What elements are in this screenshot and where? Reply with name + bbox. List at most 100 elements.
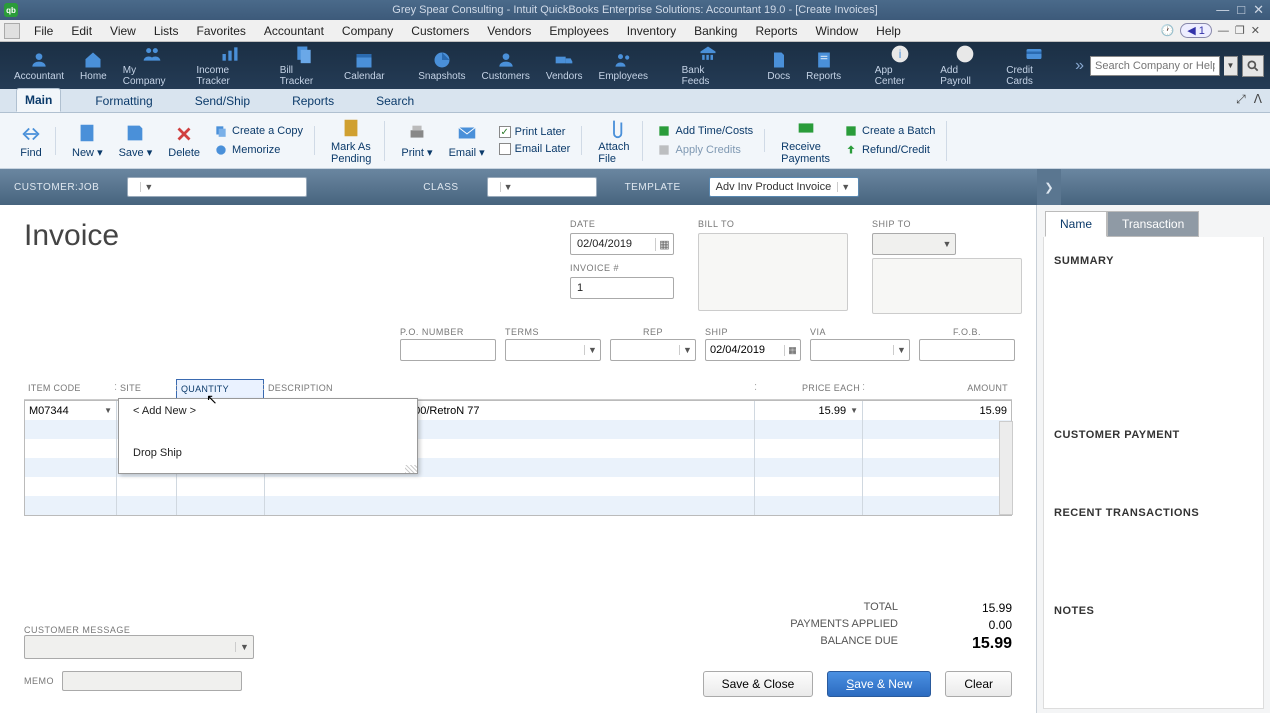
create-copy-button[interactable]: Create a Copy	[212, 123, 305, 139]
email-button[interactable]: Email ▾	[445, 120, 489, 161]
create-batch-button[interactable]: Create a Batch	[842, 123, 937, 139]
menu-customers[interactable]: Customers	[403, 22, 477, 40]
po-input[interactable]	[400, 339, 496, 361]
clear-button[interactable]: Clear	[945, 671, 1012, 697]
tb-accountant[interactable]: Accountant	[6, 48, 72, 84]
child-close-button[interactable]: ✕	[1251, 24, 1260, 37]
search-dropdown-icon[interactable]: ▼	[1224, 56, 1238, 76]
print-button[interactable]: Print ▾	[397, 120, 436, 161]
close-button[interactable]: ✕	[1253, 2, 1264, 18]
tb-reports[interactable]: Reports	[798, 48, 849, 84]
col-quantity[interactable]: QUANTITY	[176, 379, 264, 399]
print-later-checkbox[interactable]: ✓Print Later	[497, 125, 573, 139]
date-input[interactable]: 02/04/2019▦	[570, 233, 674, 255]
reminder-badge[interactable]: ◀ 1	[1180, 23, 1212, 38]
item-cell[interactable]: M07344▼	[25, 401, 117, 420]
col-price[interactable]: PRICE EACH	[756, 379, 864, 399]
expand-icon[interactable]: ⤢	[1236, 92, 1246, 107]
tb-bill-tracker[interactable]: Bill Tracker	[272, 42, 336, 89]
menu-help[interactable]: Help	[868, 22, 909, 40]
chevron-down-icon[interactable]: ▼	[104, 406, 112, 415]
toolbar-overflow-icon[interactable]: »	[1069, 57, 1090, 75]
clock-icon[interactable]: 🕐	[1161, 24, 1175, 37]
ship-to-select[interactable]: ▼	[872, 233, 956, 255]
tb-calendar[interactable]: Calendar	[336, 48, 393, 84]
menu-vendors[interactable]: Vendors	[479, 22, 539, 40]
attach-file-button[interactable]: Attach File	[594, 115, 633, 167]
delete-button[interactable]: Delete	[164, 121, 204, 161]
ribbon-tab-main[interactable]: Main	[16, 88, 61, 112]
via-select[interactable]: ▼	[810, 339, 910, 361]
tb-docs[interactable]: Docs	[759, 48, 798, 84]
menu-view[interactable]: View	[102, 22, 144, 40]
line-row-empty[interactable]	[25, 496, 1011, 515]
save-close-button[interactable]: Save & Close	[703, 671, 814, 697]
menu-banking[interactable]: Banking	[686, 22, 745, 40]
child-restore-button[interactable]: ❐	[1235, 24, 1245, 37]
ship-date-input[interactable]: 02/04/2019▦	[705, 339, 801, 361]
memo-input[interactable]	[62, 671, 242, 691]
ribbon-collapse-icon[interactable]: ᐱ	[1254, 92, 1262, 107]
ribbon-tab-sendship[interactable]: Send/Ship	[187, 90, 258, 112]
line-row-empty[interactable]	[25, 477, 1011, 496]
maximize-button[interactable]: □	[1237, 2, 1245, 18]
search-button[interactable]	[1242, 55, 1264, 77]
menu-edit[interactable]: Edit	[63, 22, 100, 40]
menu-favorites[interactable]: Favorites	[189, 22, 254, 40]
col-description[interactable]: DESCRIPTION	[264, 379, 756, 399]
price-cell[interactable]: 15.99▼	[755, 401, 863, 420]
save-new-button[interactable]: Save & New	[827, 671, 931, 697]
rep-select[interactable]: ▼	[610, 339, 696, 361]
tb-add-payroll[interactable]: Add Payroll	[932, 42, 998, 89]
fob-input[interactable]	[919, 339, 1015, 361]
refund-credit-button[interactable]: Refund/Credit	[842, 142, 937, 158]
tb-customers[interactable]: Customers	[473, 48, 537, 84]
receive-payments-button[interactable]: Receive Payments	[777, 115, 834, 167]
menu-employees[interactable]: Employees	[541, 22, 616, 40]
ship-to-box[interactable]	[872, 258, 1022, 314]
resize-grip-icon[interactable]	[405, 465, 417, 473]
child-minimize-button[interactable]: —	[1218, 25, 1229, 37]
site-option-add-new[interactable]: < Add New >	[119, 399, 417, 423]
side-tab-name[interactable]: Name	[1045, 211, 1107, 237]
scrollbar[interactable]	[999, 421, 1013, 515]
invoice-number-input[interactable]: 1	[570, 277, 674, 299]
col-item[interactable]: ITEM CODE	[24, 379, 116, 399]
tb-bank-feeds[interactable]: Bank Feeds	[674, 42, 742, 89]
tb-my-company[interactable]: My Company	[115, 42, 189, 89]
menu-inventory[interactable]: Inventory	[619, 22, 684, 40]
ribbon-tab-reports[interactable]: Reports	[284, 90, 342, 112]
find-button[interactable]: Find	[16, 121, 46, 161]
ribbon-tab-formatting[interactable]: Formatting	[87, 90, 160, 112]
terms-select[interactable]: ▼	[505, 339, 601, 361]
email-later-checkbox[interactable]: Email Later	[497, 142, 573, 156]
tb-home[interactable]: Home	[72, 48, 115, 84]
site-option-drop-ship[interactable]: Drop Ship	[119, 441, 417, 465]
ribbon-tab-search[interactable]: Search	[368, 90, 422, 112]
template-select[interactable]: Adv Inv Product Invoice▼	[709, 177, 859, 197]
chevron-down-icon[interactable]: ▼	[850, 406, 858, 415]
tb-credit-cards[interactable]: Credit Cards	[998, 42, 1069, 89]
menu-lists[interactable]: Lists	[146, 22, 187, 40]
side-collapse-icon[interactable]: ❯	[1037, 169, 1061, 205]
tb-snapshots[interactable]: Snapshots	[410, 48, 473, 84]
menu-company[interactable]: Company	[334, 22, 401, 40]
menu-file[interactable]: File	[26, 22, 61, 40]
calendar-icon[interactable]: ▦	[784, 345, 800, 356]
tb-income-tracker[interactable]: Income Tracker	[188, 42, 271, 89]
amount-cell[interactable]: 15.99	[863, 401, 1011, 420]
company-search-input[interactable]	[1090, 56, 1220, 76]
memorize-button[interactable]: Memorize	[212, 142, 305, 158]
customer-message-select[interactable]: ▼	[24, 635, 254, 659]
minimize-button[interactable]: —	[1216, 2, 1229, 18]
bill-to-box[interactable]	[698, 233, 848, 311]
menu-window[interactable]: Window	[807, 22, 866, 40]
tb-app-center[interactable]: iApp Center	[867, 42, 932, 89]
tb-employees[interactable]: Employees	[591, 48, 656, 84]
customer-job-select[interactable]: ▼	[127, 177, 307, 197]
mark-pending-button[interactable]: Mark As Pending	[327, 115, 375, 167]
tb-vendors[interactable]: Vendors	[538, 48, 591, 84]
system-menu-icon[interactable]	[4, 23, 20, 39]
menu-accountant[interactable]: Accountant	[256, 22, 332, 40]
new-button[interactable]: New ▾	[68, 120, 107, 161]
